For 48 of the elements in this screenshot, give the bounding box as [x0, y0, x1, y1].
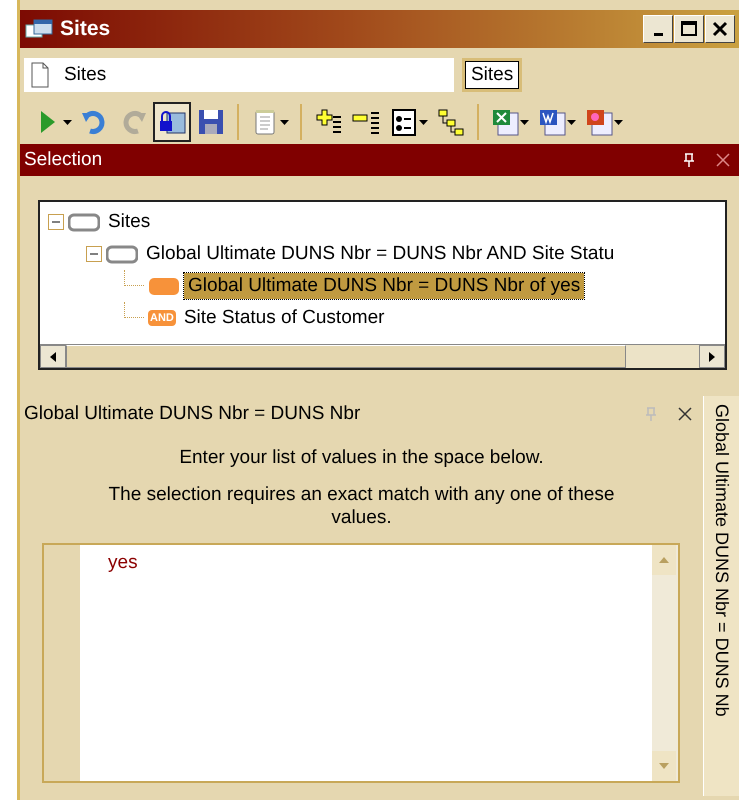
save-icon [196, 107, 226, 137]
value-line: yes [108, 551, 139, 575]
caret-icon [614, 120, 623, 124]
close-icon [677, 406, 693, 422]
pin-icon [644, 406, 658, 422]
maximize-icon [680, 20, 698, 38]
list-icon [389, 107, 419, 137]
document-icon [30, 62, 50, 88]
presentation-icon [584, 107, 614, 137]
maximize-button[interactable] [674, 15, 704, 43]
scrollbar[interactable] [40, 344, 725, 368]
panel-header: Selection [20, 144, 739, 176]
values-box[interactable]: yes [42, 543, 680, 783]
minimize-icon [654, 33, 662, 36]
name-field[interactable]: Sites [24, 58, 454, 92]
caret-icon [567, 120, 576, 124]
and-icon: AND [148, 310, 176, 326]
left-arrow-icon [50, 352, 56, 362]
spreadsheet-icon [490, 107, 520, 137]
document-icon [537, 107, 567, 137]
close-button[interactable] [705, 15, 735, 43]
side-tab[interactable]: Global Ultimate DUNS Nbr = DUNS Nb [703, 396, 739, 796]
tree-item[interactable]: Global Ultimate DUNS Nbr = DUNS Nbr of yes [184, 273, 584, 299]
scrollbar[interactable] [652, 545, 678, 781]
right-arrow-icon [709, 352, 715, 362]
group-icon [106, 244, 138, 264]
expand-toggle[interactable] [86, 246, 102, 262]
tree-item[interactable]: Sites [104, 209, 154, 235]
close-icon [711, 20, 729, 38]
instruction-text: Enter your list of values in the space below. [178, 446, 545, 469]
caret-icon [520, 120, 529, 124]
pin-icon [682, 152, 696, 168]
close-icon [715, 152, 731, 168]
toolbar-button[interactable] [153, 102, 191, 142]
instruction-text: The selection requires an exact match with any one of these values. [108, 483, 616, 529]
panel-title: Global Ultimate DUNS Nbr = DUNS Nbr [24, 402, 360, 426]
expand-toggle[interactable] [48, 214, 64, 230]
tree-icon [436, 107, 466, 137]
tree-item[interactable]: Site Status of Customer [180, 305, 388, 331]
caret-icon [63, 120, 72, 124]
tree-item[interactable]: Global Ultimate DUNS Nbr = DUNS Nbr AND Site Statu [142, 241, 618, 267]
criterion-icon [148, 276, 180, 296]
caret-icon [280, 120, 289, 124]
minimize-button[interactable] [643, 15, 673, 43]
name-label: Sites [462, 58, 522, 92]
group-icon [68, 212, 100, 232]
window-title: Sites [60, 16, 110, 42]
caret-icon [419, 120, 428, 124]
